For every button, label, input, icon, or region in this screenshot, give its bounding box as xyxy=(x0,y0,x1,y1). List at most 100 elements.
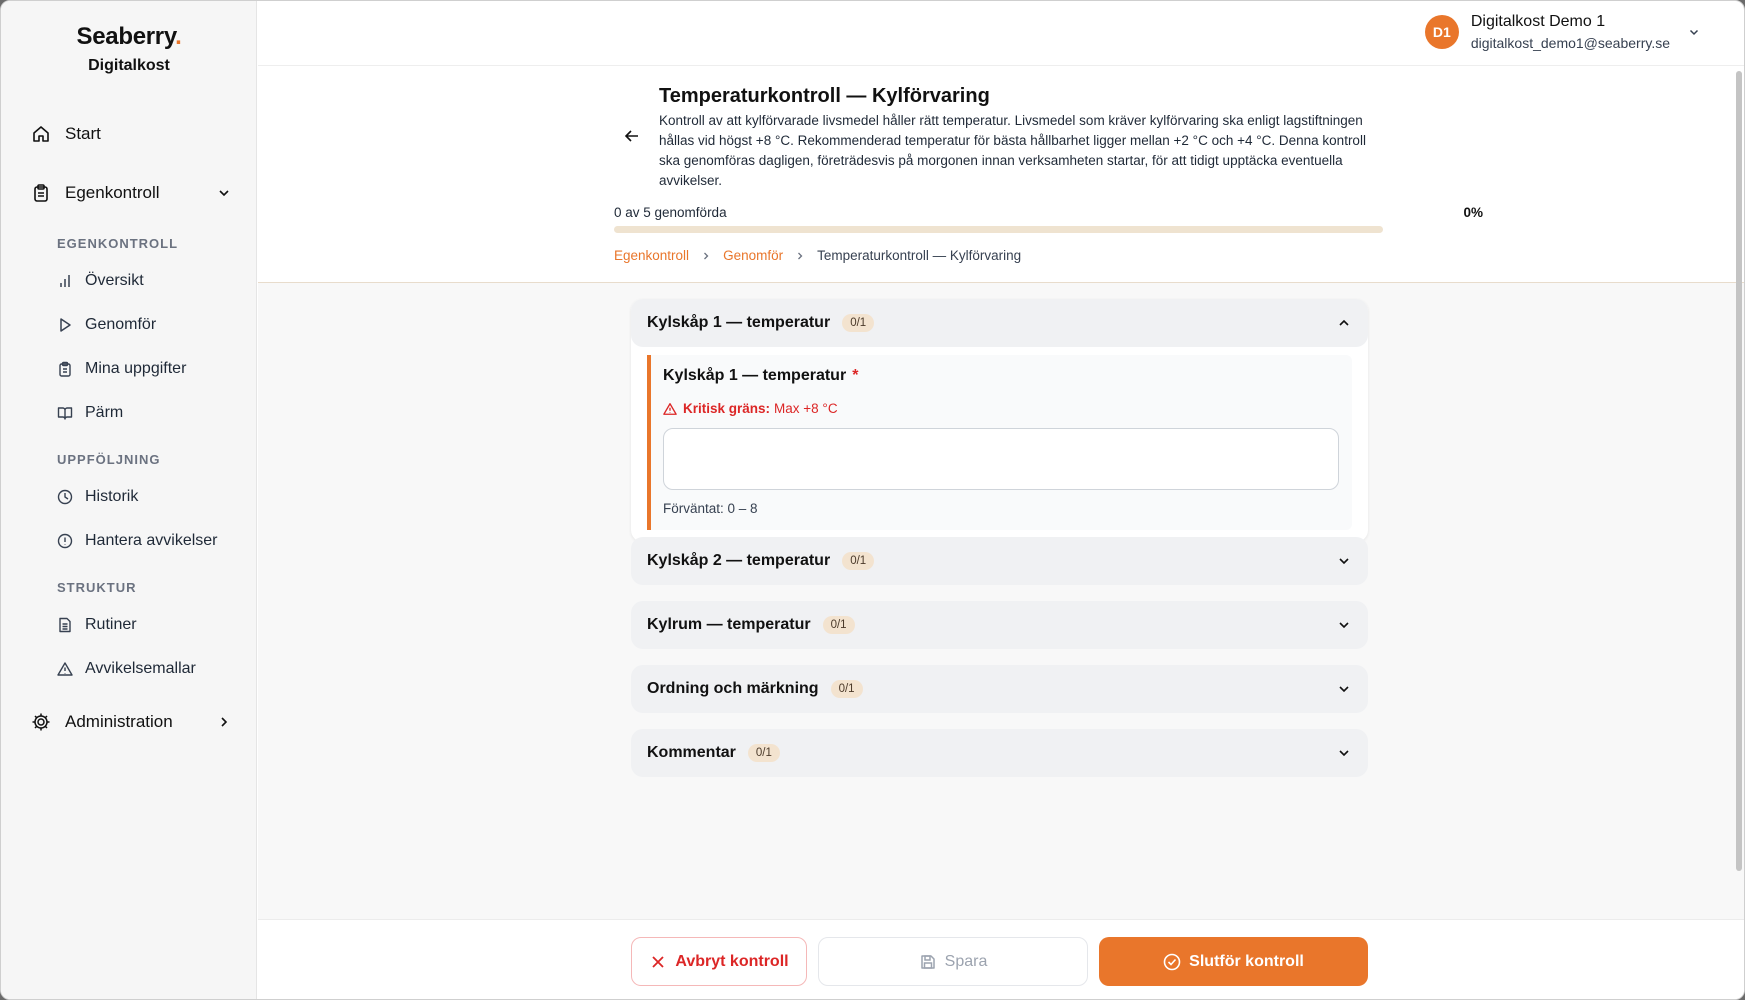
brand-subtitle: Digitalkost xyxy=(88,57,170,74)
breadcrumb-genomfor[interactable]: Genomför xyxy=(723,248,783,263)
section-title: Ordning och märkning xyxy=(647,680,819,697)
status-badge: 0/1 xyxy=(842,314,875,332)
user-menu[interactable]: D1 Digitalkost Demo 1 digitalkost_demo1@… xyxy=(1424,13,1700,51)
scrollbar[interactable] xyxy=(1736,71,1742,871)
nav-hantera-avvikelser[interactable]: Hantera avvikelser xyxy=(57,529,237,553)
section-kylskap-1: Kylskåp 1 — temperatur 0/1 Kylskåp 1 — t… xyxy=(631,299,1368,542)
nav-rutiner[interactable]: Rutiner xyxy=(57,613,237,637)
chevron-right-icon xyxy=(795,251,805,261)
section-title: Kommentar xyxy=(647,744,736,761)
bar-chart-icon xyxy=(57,273,73,289)
nav-start[interactable]: Start xyxy=(31,120,231,148)
user-name: Digitalkost Demo 1 xyxy=(1470,13,1606,30)
finish-button[interactable]: Slutför kontroll xyxy=(1099,937,1368,986)
clipboard-icon xyxy=(31,183,51,203)
nav-egenkontroll-label: Egenkontroll xyxy=(65,183,160,202)
nav-genomfor[interactable]: Genomför xyxy=(57,313,237,337)
cancel-button-label: Avbryt kontroll xyxy=(675,952,789,970)
progress-bar xyxy=(614,226,1383,233)
breadcrumb-current: Temperaturkontroll — Kylförvaring xyxy=(817,248,1022,263)
action-bar: Avbryt kontroll Spara Slutför kontroll xyxy=(258,919,1744,999)
chevron-down-icon xyxy=(1336,681,1352,697)
section-title: Kylskåp 1 — temperatur xyxy=(647,314,831,331)
breadcrumb: Egenkontroll Genomför Temperaturkontroll… xyxy=(614,248,1021,263)
section-label-uppfoljning: UPPFÖLJNING xyxy=(57,452,161,467)
critical-limit-value: Max +8 °C xyxy=(774,401,838,416)
brand-logo[interactable]: Seaberry. Digitalkost xyxy=(1,23,257,75)
save-icon xyxy=(919,953,937,971)
file-text-icon xyxy=(57,617,73,633)
section-header[interactable]: Ordning och märkning 0/1 xyxy=(631,665,1368,713)
critical-limit-label: Kritisk gräns: xyxy=(683,401,771,416)
nav-parm-label: Pärm xyxy=(85,404,124,421)
chevron-down-icon xyxy=(1336,745,1352,761)
page-title: Temperaturkontroll — Kylförvaring xyxy=(659,85,990,107)
expected-range: Förväntat: 0 – 8 xyxy=(663,501,758,516)
section-ordning[interactable]: Ordning och märkning 0/1 xyxy=(631,665,1368,713)
save-button-label: Spara xyxy=(944,952,988,970)
nav-genomfor-label: Genomför xyxy=(85,316,157,333)
critical-limit: Kritisk gräns: Max +8 °C xyxy=(663,401,1340,416)
main-content: Kylskåp 1 — temperatur 0/1 Kylskåp 1 — t… xyxy=(258,283,1744,919)
chevron-down-icon xyxy=(1336,553,1352,569)
nav-avvikelsemallar-label: Avvikelsemallar xyxy=(85,660,196,677)
nav-egenkontroll[interactable]: Egenkontroll xyxy=(31,179,231,207)
app-window: Seaberry. Digitalkost Start Egenkontroll… xyxy=(0,0,1745,1000)
finish-button-label: Slutför kontroll xyxy=(1189,952,1304,970)
brand-dot: . xyxy=(175,23,182,50)
nav-parm[interactable]: Pärm xyxy=(57,401,237,425)
chevron-down-icon xyxy=(217,186,231,200)
nav-administration-label: Administration xyxy=(65,712,173,731)
status-badge: 0/1 xyxy=(747,744,780,762)
warning-triangle-icon xyxy=(663,402,677,415)
section-header[interactable]: Kylrum — temperatur 0/1 xyxy=(631,601,1368,649)
status-badge: 0/1 xyxy=(830,680,863,698)
page-header: Temperaturkontroll — Kylförvaring Kontro… xyxy=(258,66,1744,283)
nav-rutiner-label: Rutiner xyxy=(85,616,137,633)
chevron-up-icon xyxy=(1336,315,1352,331)
book-open-icon xyxy=(57,405,73,421)
nav-mina-uppgifter[interactable]: Mina uppgifter xyxy=(57,357,237,381)
home-icon xyxy=(31,124,51,144)
section-header[interactable]: Kylskåp 2 — temperatur 0/1 xyxy=(631,537,1368,585)
user-email: digitalkost_demo1@seaberry.se xyxy=(1470,35,1670,51)
top-bar: D1 Digitalkost Demo 1 digitalkost_demo1@… xyxy=(258,1,1744,66)
close-icon xyxy=(649,953,667,971)
temperature-input[interactable] xyxy=(663,428,1339,490)
chevron-down-icon xyxy=(1336,617,1352,633)
arrow-left-icon xyxy=(624,130,638,142)
cancel-button[interactable]: Avbryt kontroll xyxy=(631,937,807,986)
breadcrumb-egenkontroll[interactable]: Egenkontroll xyxy=(614,248,689,263)
section-kommentar[interactable]: Kommentar 0/1 xyxy=(631,729,1368,777)
chevron-right-icon xyxy=(701,251,711,261)
section-header[interactable]: Kommentar 0/1 xyxy=(631,729,1368,777)
section-label-struktur: STRUKTUR xyxy=(57,580,137,595)
gear-icon xyxy=(31,712,51,732)
section-label-egenkontroll: EGENKONTROLL xyxy=(57,236,179,251)
nav-avvikelsemallar[interactable]: Avvikelsemallar xyxy=(57,657,237,681)
section-title: Kylskåp 2 — temperatur xyxy=(647,552,831,569)
required-marker: * xyxy=(852,367,859,384)
nav-oversikt-label: Översikt xyxy=(85,272,144,289)
check-circle-icon xyxy=(1163,953,1181,971)
nav-oversikt[interactable]: Översikt xyxy=(57,269,237,293)
nav-historik[interactable]: Historik xyxy=(57,485,237,509)
item-title: Kylskåp 1 — temperatur xyxy=(663,367,847,384)
chevron-right-icon xyxy=(217,715,231,729)
section-kylrum[interactable]: Kylrum — temperatur 0/1 xyxy=(631,601,1368,649)
save-button[interactable]: Spara xyxy=(818,937,1088,986)
status-badge: 0/1 xyxy=(842,552,875,570)
sidebar: Seaberry. Digitalkost Start Egenkontroll… xyxy=(1,1,257,999)
progress-percent: 0% xyxy=(1463,205,1483,220)
section-header[interactable]: Kylskåp 1 — temperatur 0/1 xyxy=(631,299,1368,347)
play-icon xyxy=(57,317,73,333)
nav-start-label: Start xyxy=(65,124,101,143)
alert-circle-icon xyxy=(57,533,73,549)
status-badge: 0/1 xyxy=(822,616,855,634)
brand-name: Seaberry xyxy=(76,23,176,50)
page-description: Kontroll av att kylförvarade livsmedel h… xyxy=(659,113,1366,188)
checklist-item: Kylskåp 1 — temperatur * Kritisk gräns: M… xyxy=(647,355,1352,530)
section-kylskap-2[interactable]: Kylskåp 2 — temperatur 0/1 xyxy=(631,537,1368,585)
nav-administration[interactable]: Administration xyxy=(31,708,231,736)
back-button[interactable] xyxy=(622,126,642,146)
